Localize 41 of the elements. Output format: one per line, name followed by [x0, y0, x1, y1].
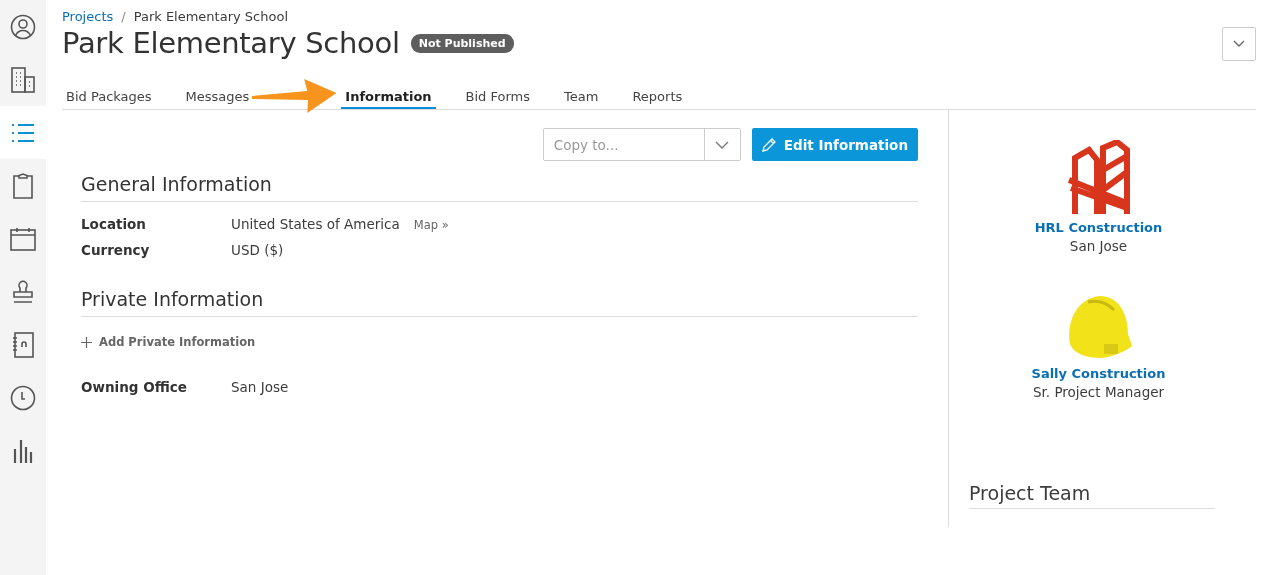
field-value: USD ($)	[231, 242, 284, 258]
tab[interactable]: Reports	[628, 81, 687, 109]
section-heading: General Information	[81, 173, 918, 202]
clock-icon	[10, 384, 36, 411]
breadcrumb-separator: /	[121, 9, 126, 24]
field-label: Owning Office	[81, 379, 188, 395]
copy-to-dropdown[interactable]: Copy to...	[542, 128, 741, 161]
calendar-icon	[10, 226, 36, 251]
plus-icon	[81, 336, 92, 348]
company-detail: Sr. Project Manager	[1032, 384, 1165, 400]
tab[interactable]: Bid Forms	[461, 81, 535, 109]
tab[interactable]: Team	[560, 81, 603, 109]
chevron-down-icon	[1233, 40, 1245, 48]
company-name[interactable]: Sally Construction	[1031, 366, 1166, 381]
user-icon	[10, 13, 36, 40]
clipboard-icon	[13, 172, 33, 199]
section-heading: Project Team	[969, 482, 1215, 509]
building-icon	[11, 66, 35, 93]
bar-chart-icon	[13, 438, 33, 463]
notebook-icon	[12, 331, 34, 358]
status-badge: Not Published	[410, 33, 514, 53]
list-icon	[11, 122, 35, 143]
field-value: San Jose	[231, 379, 289, 395]
tab[interactable]: Bid Packages	[62, 81, 156, 109]
tab[interactable]: Messages	[181, 81, 254, 109]
company-detail: San Jose	[1069, 238, 1128, 254]
section-heading: Private Information	[81, 288, 918, 317]
field-value: United States of America	[231, 216, 400, 232]
tab[interactable]: Information	[341, 81, 436, 109]
field-label: Currency	[81, 242, 151, 258]
field-label: Location	[81, 216, 147, 232]
sidebar-item[interactable]	[0, 106, 46, 159]
breadcrumb-current: Park Elementary School	[133, 9, 288, 24]
pencil-icon	[761, 137, 776, 152]
map-link[interactable]: Map »	[413, 218, 449, 232]
page-title: Park Elementary School	[62, 26, 400, 60]
company-name[interactable]: HRL Construction	[1034, 220, 1163, 235]
stamp-icon	[11, 278, 35, 305]
add-private-information-link[interactable]: Add Private Information	[81, 335, 256, 349]
chevron-down-icon	[715, 140, 730, 149]
breadcrumb-link[interactable]: Projects	[62, 9, 114, 24]
